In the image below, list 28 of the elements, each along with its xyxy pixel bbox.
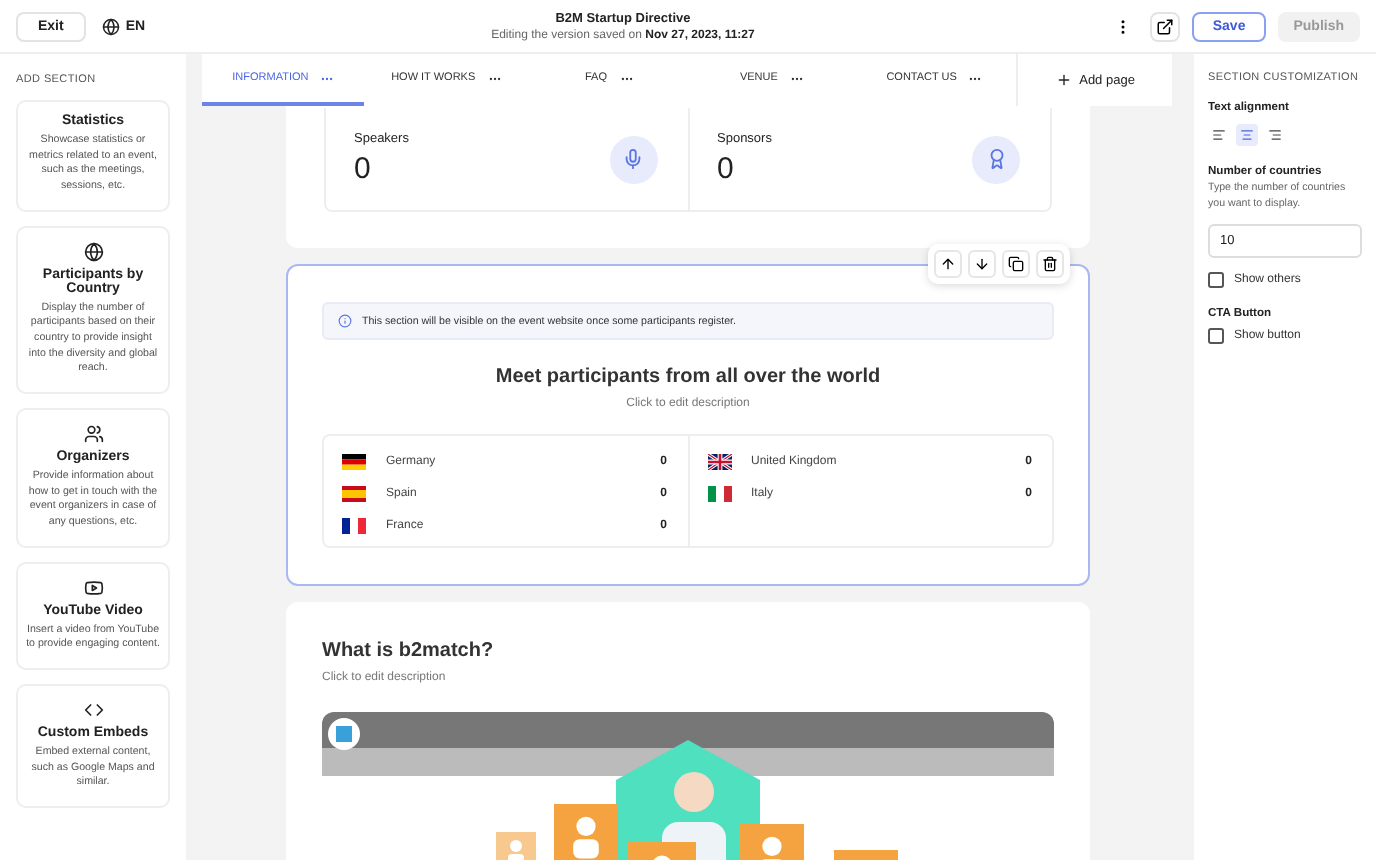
flag-icon xyxy=(342,517,366,533)
align-center-icon[interactable] xyxy=(1236,124,1258,146)
stat-value: 0 xyxy=(354,152,373,186)
checkbox[interactable] xyxy=(1208,327,1224,344)
section-icon xyxy=(83,700,103,721)
globe-icon xyxy=(101,17,120,35)
align-left-icon[interactable] xyxy=(1208,124,1230,146)
section-heading: Meet participants from all over the world xyxy=(493,366,883,388)
microphone-icon xyxy=(609,135,657,183)
checkbox[interactable] xyxy=(1208,271,1224,288)
flag-icon xyxy=(342,485,366,501)
section-icon xyxy=(83,577,103,598)
section-heading: What is b2match? xyxy=(322,640,496,662)
info-icon xyxy=(338,314,352,328)
copy-icon[interactable] xyxy=(1002,250,1030,278)
align-right-icon[interactable] xyxy=(1264,124,1286,146)
section-icon xyxy=(83,424,103,445)
section-icon xyxy=(83,241,103,262)
stat-value: 0 xyxy=(717,152,736,186)
flag-icon xyxy=(707,453,731,469)
delete-icon[interactable] xyxy=(1036,250,1064,278)
flag-icon xyxy=(342,453,366,469)
move-down-icon[interactable] xyxy=(968,250,996,278)
plus-icon xyxy=(1055,72,1072,88)
external-link-icon[interactable] xyxy=(1150,11,1181,41)
flag-icon xyxy=(707,485,731,501)
award-icon xyxy=(972,135,1020,183)
move-up-icon[interactable] xyxy=(934,250,962,278)
